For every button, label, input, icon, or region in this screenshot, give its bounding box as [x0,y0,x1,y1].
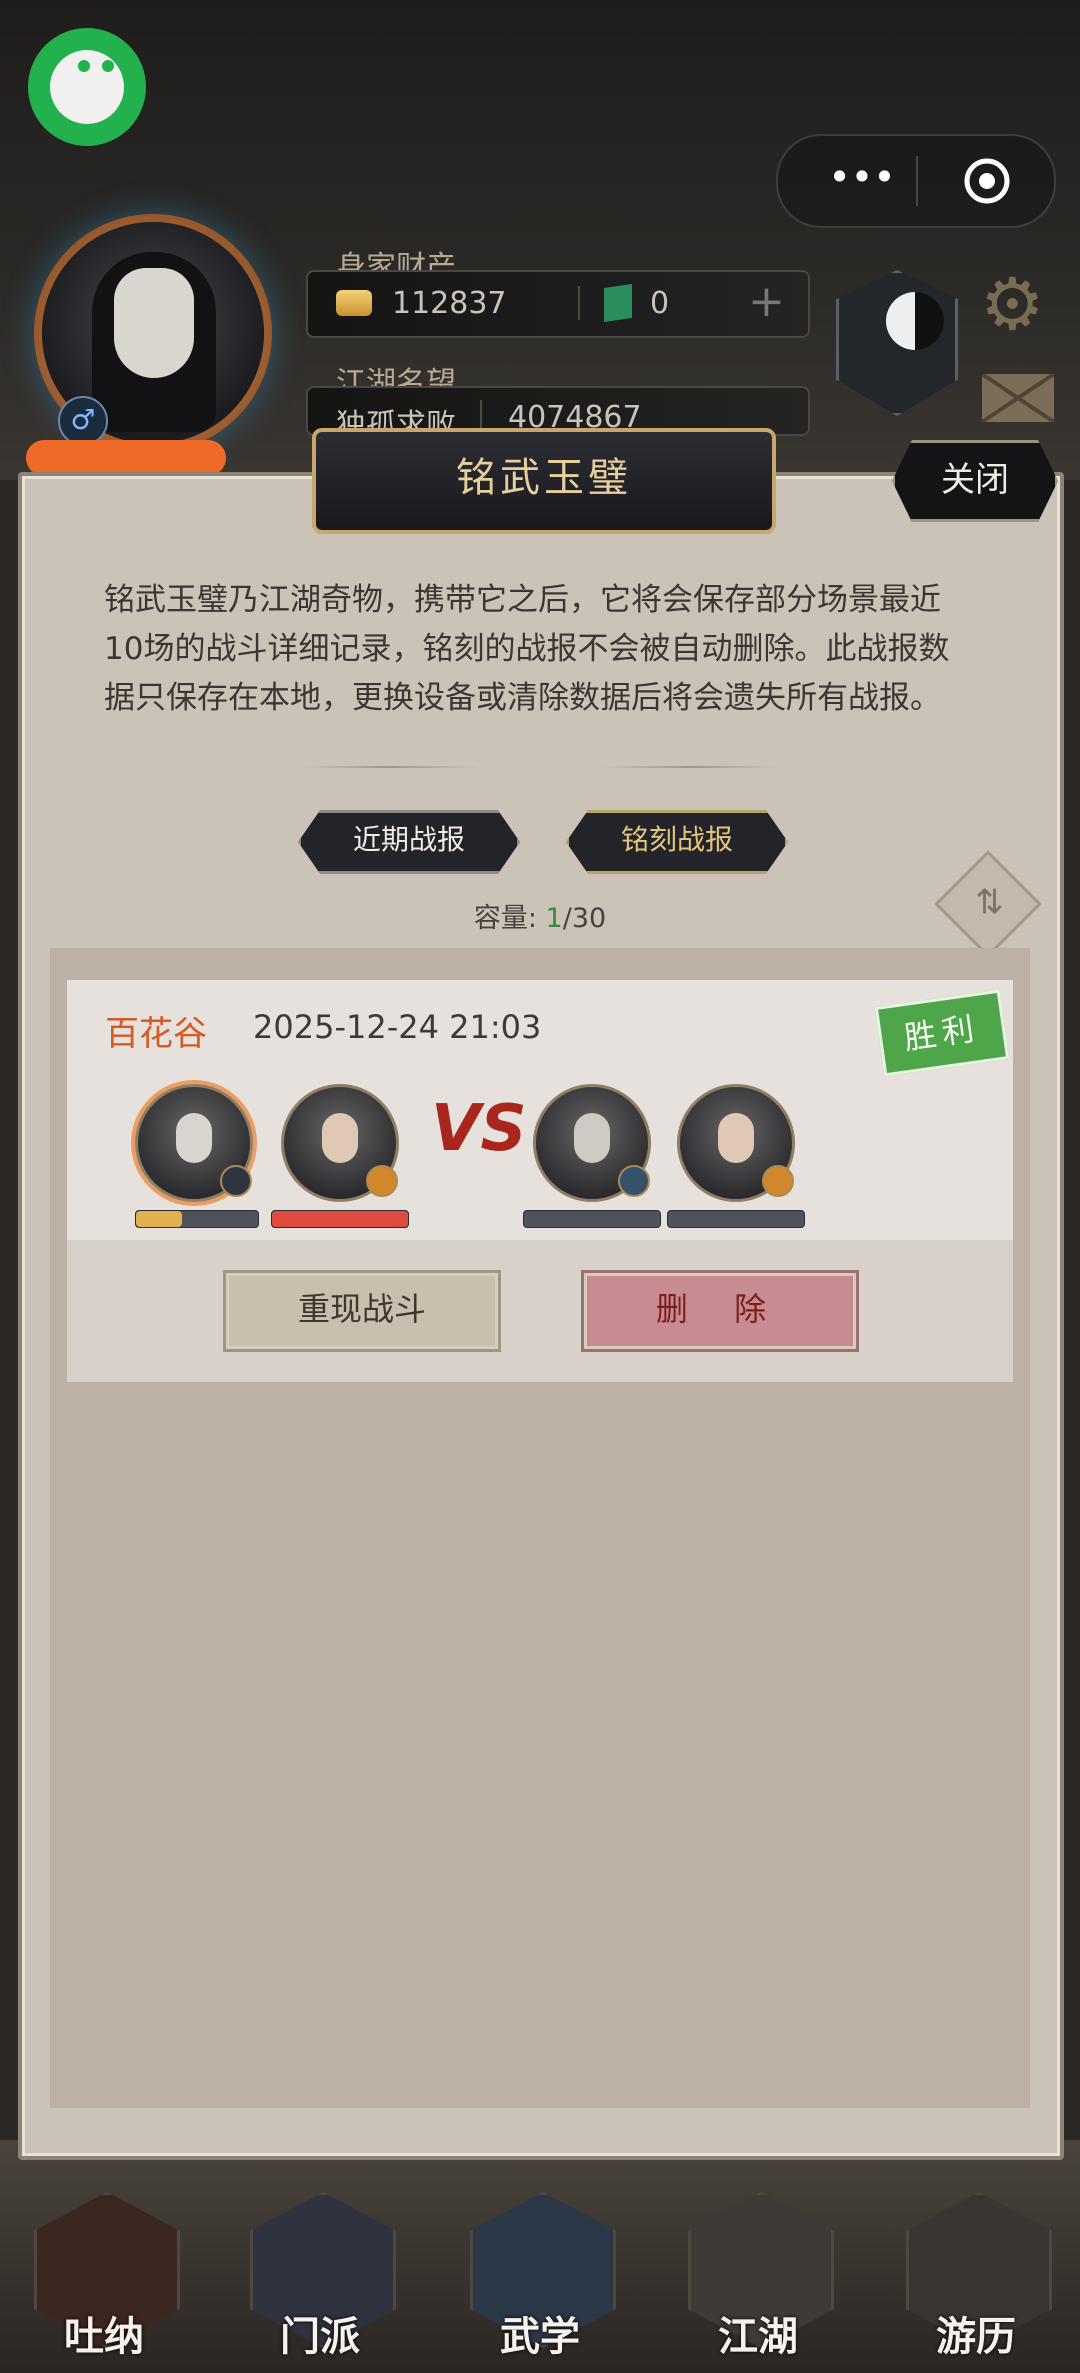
ornament-divider-right [600,766,780,768]
nav-jianghu-label: 江湖 [718,2314,798,2360]
nav-martial-arts-label: 武学 [500,2314,580,2360]
hero-portrait-ally-1[interactable] [135,1084,253,1202]
tab-recent-reports[interactable]: 近期战报 [298,810,520,874]
tab-engraved-reports[interactable]: 铭刻战报 [566,810,788,874]
record-time: 2025-12-24 21:03 [253,1008,542,1046]
record-location: 百花谷 [105,1014,207,1054]
capacity-label: 容量: [473,903,537,934]
jade-amount: 0 [650,286,670,321]
hero-portrait-enemy-1[interactable] [533,1084,651,1202]
hero-portrait-enemy-2[interactable] [677,1084,795,1202]
close-program-icon[interactable] [962,156,1012,206]
dialog-description: 铭武玉璧乃江湖奇物，携带它之后，它将会保存部分场景最近10场的战斗详细记录，铭刻… [104,582,950,716]
hp-bar-enemy-1 [523,1210,661,1228]
wechat-logo-icon[interactable] [28,28,146,146]
hp-bar-ally-2 [271,1210,409,1228]
jade-icon [604,284,632,322]
add-currency-button[interactable]: + [748,276,785,327]
versus-icon: VS [431,1092,527,1166]
gold-amount: 112837 [392,286,507,321]
hp-bar-ally-1 [135,1210,259,1228]
gear-icon[interactable]: ⚙ [980,268,1058,346]
wealth-bar: 112837 0 + [306,270,810,338]
capacity-total: /30 [562,903,607,934]
hero-portrait-ally-2[interactable] [281,1084,399,1202]
nav-jianghu[interactable]: 江湖 [688,2192,834,2362]
replay-battle-button[interactable]: 重现战斗 [223,1270,501,1352]
nav-breathing-label: 吐纳 [64,2314,144,2360]
close-button[interactable]: 关闭 [892,440,1058,522]
nav-travel[interactable]: 游历 [906,2192,1052,2362]
nav-faction-label: 门派 [280,2314,360,2360]
redaction-scribble [26,440,226,476]
delete-record-button[interactable]: 删 除 [581,1270,859,1352]
capsule-divider [916,156,918,206]
more-options-button[interactable]: ••• [818,158,906,202]
mail-icon[interactable] [982,374,1054,422]
dialog-title: 铭武玉璧 [312,428,776,534]
victory-stamp: 胜利 [874,989,1010,1077]
mini-program-capsule: ••• [776,134,1056,228]
battle-record-card: 百花谷 2025-12-24 21:03 胜利 VS 重现战斗 删 除 [67,980,1013,1382]
yin-yang-icon [886,292,944,350]
ornament-divider-left [300,766,480,768]
capacity-current: 1 [545,903,563,934]
nav-martial-arts[interactable]: 武学 [470,2192,616,2362]
gold-ingot-icon [336,290,372,316]
nav-faction[interactable]: 门派 [250,2192,396,2362]
nav-breathing[interactable]: 吐纳 [34,2192,180,2362]
capacity-indicator: 容量: 1/30 [0,896,1080,935]
hp-bar-enemy-2 [667,1210,805,1228]
nav-travel-label: 游历 [936,2314,1016,2360]
record-actions-area [67,1240,1013,1382]
male-gender-icon: ♂ [58,396,108,446]
